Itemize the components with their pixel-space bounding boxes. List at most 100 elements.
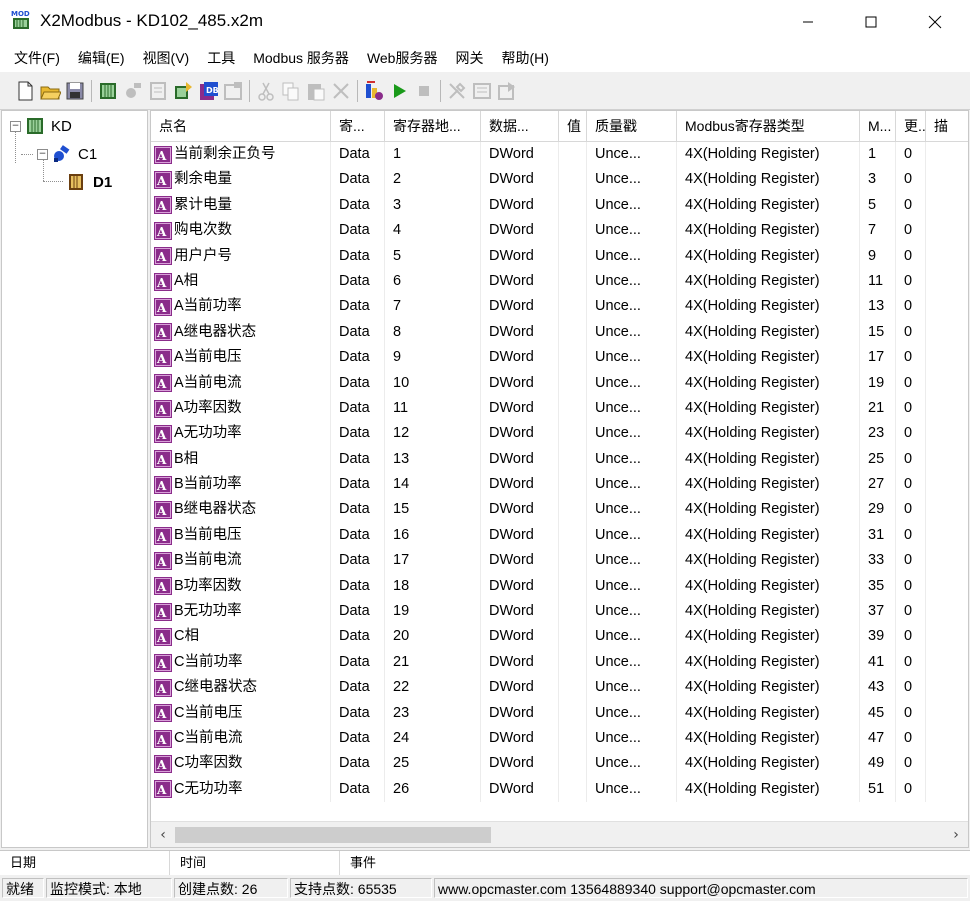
import-button[interactable] bbox=[172, 80, 194, 102]
table-row[interactable]: A C无功功率 Data 26 DWord Unce... 4X(Holding Regis… bbox=[151, 776, 968, 803]
collapse-toggle[interactable]: − bbox=[10, 120, 21, 132]
cell-point-name: A B继电器状态 bbox=[151, 497, 331, 523]
scroll-left-button[interactable]: ‹ bbox=[153, 822, 173, 847]
table-row[interactable]: A 累计电量 Data 3 DWord Unce... 4X(Holding Registe… bbox=[151, 192, 968, 219]
table-row[interactable]: A A当前功率 Data 7 DWord Unce... 4X(Holding Regist… bbox=[151, 294, 968, 320]
tag-table[interactable]: 点名 寄... 寄存器地... 数据... 值质量戳 Modbus寄存器类型 M... 更..… bbox=[150, 110, 969, 848]
table-row[interactable]: A A继电器状态 Data 8 DWord Unce... 4X(Holding Regis… bbox=[151, 319, 968, 346]
export-button[interactable] bbox=[496, 80, 518, 102]
menu-edit[interactable]: 编辑(E) bbox=[70, 48, 133, 68]
table-row[interactable]: A B当前电流 Data 17 DWord Unce... 4X(Holding Regis… bbox=[151, 548, 968, 574]
table-row[interactable]: A C相 Data 20 DWord Unce... 4X(Holding Register… bbox=[151, 624, 968, 650]
cell-quality: Unce... bbox=[587, 548, 677, 574]
scroll-thumb[interactable] bbox=[175, 827, 491, 843]
open-folder-button[interactable] bbox=[39, 80, 61, 102]
table-row[interactable]: A B功率因数 Data 18 DWord Unce... 4X(Holding Regis… bbox=[151, 573, 968, 600]
play-button[interactable] bbox=[388, 80, 410, 102]
delete-button[interactable] bbox=[330, 80, 352, 102]
table-row[interactable]: A C当前电流 Data 24 DWord Unce... 4X(Holding Regis… bbox=[151, 725, 968, 752]
table-row[interactable]: A B无功功率 Data 19 DWord Unce... 4X(Holding Regis… bbox=[151, 599, 968, 625]
menu-help[interactable]: 帮助(H) bbox=[493, 48, 556, 68]
cut-button[interactable] bbox=[255, 80, 277, 102]
scroll-right-button[interactable]: › bbox=[946, 822, 966, 847]
table-row[interactable]: A B相 Data 13 DWord Unce... 4X(Holding Register… bbox=[151, 446, 968, 473]
cell-quality: Unce... bbox=[587, 218, 677, 244]
tools-button[interactable] bbox=[446, 80, 468, 102]
table-row[interactable]: A A当前电流 Data 10 DWord Unce... 4X(Holding Regis… bbox=[151, 370, 968, 396]
col-point-name[interactable]: 点名 bbox=[151, 111, 331, 141]
table-row[interactable]: A C当前功率 Data 21 DWord Unce... 4X(Holding Regis… bbox=[151, 649, 968, 676]
svg-text:A: A bbox=[156, 657, 167, 671]
cell-description bbox=[926, 675, 968, 700]
table-row[interactable]: A 用户户号 Data 5 DWord Unce... 4X(Holding Registe… bbox=[151, 243, 968, 269]
table-row[interactable]: A A当前电压 Data 9 DWord Unce... 4X(Holding Regist… bbox=[151, 345, 968, 371]
tree-node-device[interactable]: D1 bbox=[64, 171, 112, 193]
delete-icon bbox=[333, 83, 349, 99]
menu-tools[interactable]: 工具 bbox=[199, 48, 243, 68]
menu-gateway[interactable]: 网关 bbox=[447, 48, 491, 68]
col-description[interactable]: 描 bbox=[926, 111, 968, 141]
cell-m: 49 bbox=[860, 751, 896, 777]
table-row[interactable]: A A无功功率 Data 12 DWord Unce... 4X(Holding Regis… bbox=[151, 421, 968, 447]
tree-node-root[interactable]: − KD bbox=[10, 115, 72, 137]
col-register[interactable]: 寄... bbox=[331, 111, 385, 141]
log-col-event[interactable]: 事件 bbox=[340, 851, 970, 875]
paste-button[interactable] bbox=[305, 80, 327, 102]
table-row[interactable]: A C继电器状态 Data 22 DWord Unce... 4X(Holding Regi… bbox=[151, 675, 968, 701]
col-update[interactable]: 更... bbox=[896, 111, 926, 141]
table-row[interactable]: A C功率因数 Data 25 DWord Unce... 4X(Holding Regis… bbox=[151, 751, 968, 777]
cell-dtype: DWord bbox=[481, 167, 559, 193]
table-row[interactable]: A A功率因数 Data 11 DWord Unce... 4X(Holding Regis… bbox=[151, 395, 968, 422]
cell-addr: 1 bbox=[385, 142, 481, 168]
cell-dtype: DWord bbox=[481, 548, 559, 574]
table-row[interactable]: A 购电次数 Data 4 DWord Unce... 4X(Holding Registe… bbox=[151, 218, 968, 244]
col-value[interactable]: 值 bbox=[559, 111, 587, 141]
config-button[interactable] bbox=[471, 80, 493, 102]
title-bar[interactable]: MOD X2Modbus - KD102_485.x2m bbox=[0, 0, 970, 44]
new-file-button[interactable] bbox=[14, 80, 36, 102]
table-row[interactable]: A C当前电压 Data 23 DWord Unce... 4X(Holding Regis… bbox=[151, 700, 968, 726]
log-col-date[interactable]: 日期 bbox=[0, 851, 170, 875]
minimize-button[interactable] bbox=[785, 0, 831, 44]
properties-button[interactable] bbox=[222, 80, 244, 102]
tree-node-channel[interactable]: − C1 bbox=[37, 143, 97, 165]
horizontal-scrollbar[interactable]: ‹ › bbox=[151, 821, 968, 847]
monitor-button[interactable] bbox=[363, 80, 385, 102]
close-button[interactable] bbox=[912, 0, 958, 44]
project-tree[interactable]: − KD − C1 D1 bbox=[1, 110, 148, 848]
table-row[interactable]: A 剩余电量 Data 2 DWord Unce... 4X(Holding Registe… bbox=[151, 167, 968, 193]
cell-point-name: A C当前电压 bbox=[151, 700, 331, 726]
menu-web-server[interactable]: Web服务器 bbox=[359, 48, 446, 68]
menu-modbus-server[interactable]: Modbus 服务器 bbox=[245, 48, 357, 68]
add-tag-button[interactable] bbox=[147, 80, 169, 102]
cell-description bbox=[926, 701, 968, 726]
table-row[interactable]: A 当前剩余正负号 Data 1 DWord Unce... 4X(Holding Regi… bbox=[151, 142, 968, 168]
table-row[interactable]: A B当前电压 Data 16 DWord Unce... 4X(Holding Regis… bbox=[151, 522, 968, 549]
stop-button[interactable] bbox=[413, 80, 435, 102]
cell-description bbox=[926, 523, 968, 548]
add-channel-button[interactable] bbox=[122, 80, 144, 102]
cell-quality: Unce... bbox=[587, 345, 677, 371]
menu-bar: 文件(F) 编辑(E) 视图(V) 工具 Modbus 服务器 Web服务器 网关 帮助(H) bbox=[0, 44, 970, 72]
col-m[interactable]: M... bbox=[860, 111, 896, 141]
point-name-text: 剩余电量 bbox=[174, 171, 232, 188]
table-row[interactable]: A B继电器状态 Data 15 DWord Unce... 4X(Holding Regi… bbox=[151, 497, 968, 523]
col-data-type[interactable]: 数据... bbox=[481, 111, 559, 141]
menu-file[interactable]: 文件(F) bbox=[6, 48, 68, 68]
log-col-time[interactable]: 时间 bbox=[170, 851, 340, 875]
db-button[interactable]: DB bbox=[197, 80, 219, 102]
save-icon bbox=[66, 82, 84, 100]
menu-view[interactable]: 视图(V) bbox=[135, 48, 198, 68]
add-device-button[interactable] bbox=[97, 80, 119, 102]
copy-button[interactable] bbox=[280, 80, 302, 102]
table-row[interactable]: A A相 Data 6 DWord Unce... 4X(Holding Register)… bbox=[151, 268, 968, 295]
col-quality[interactable]: 质量戳 bbox=[587, 111, 677, 141]
maximize-button[interactable] bbox=[848, 0, 894, 44]
add-device-icon bbox=[100, 83, 116, 99]
col-register-address[interactable]: 寄存器地... bbox=[385, 111, 481, 141]
col-modbus-register-type[interactable]: Modbus寄存器类型 bbox=[677, 111, 860, 141]
save-button[interactable] bbox=[64, 80, 86, 102]
cell-quality: Unce... bbox=[587, 395, 677, 422]
table-row[interactable]: A B当前功率 Data 14 DWord Unce... 4X(Holding Regis… bbox=[151, 472, 968, 498]
collapse-toggle[interactable]: − bbox=[37, 148, 48, 160]
